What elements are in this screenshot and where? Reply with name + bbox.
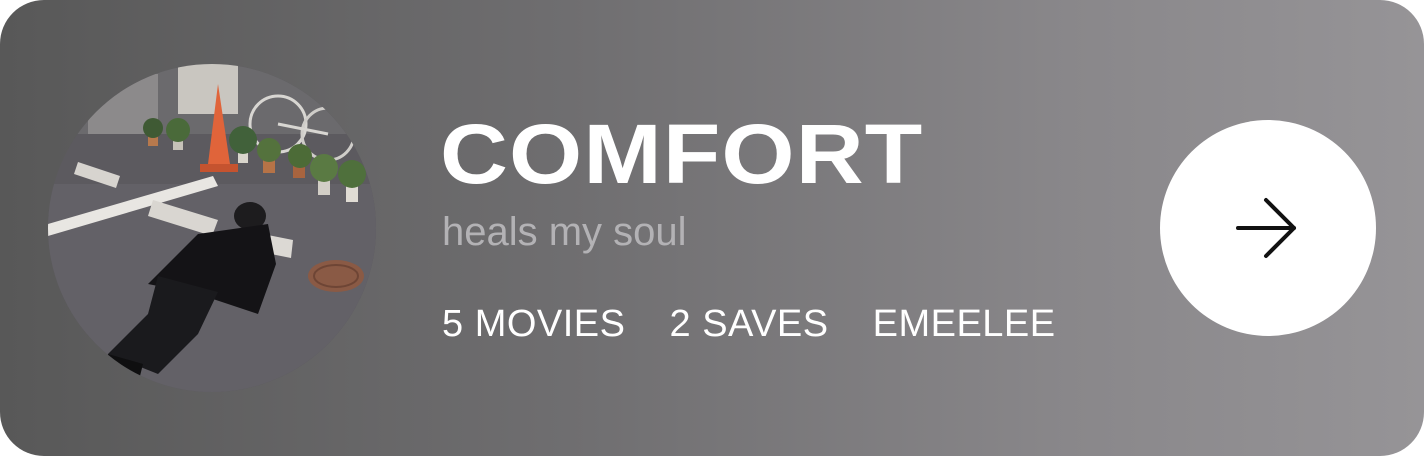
- arrow-right-icon: [1236, 198, 1296, 258]
- playlist-stats: 5 MOVIES 2 SAVES EMEELEE: [442, 300, 1056, 348]
- movie-count: 5 MOVIES: [442, 303, 626, 345]
- playlist-card[interactable]: COMFORT heals my soul 5 MOVIES 2 SAVES E…: [0, 0, 1424, 456]
- playlist-cover-image: [48, 64, 376, 392]
- cover-photo: [48, 64, 376, 392]
- playlist-title: COMFORT: [440, 107, 924, 201]
- author-name[interactable]: EMEELEE: [873, 300, 1056, 348]
- playlist-subtitle: heals my soul: [442, 210, 687, 254]
- save-count: 2 SAVES: [669, 303, 829, 345]
- open-playlist-button[interactable]: [1160, 120, 1376, 336]
